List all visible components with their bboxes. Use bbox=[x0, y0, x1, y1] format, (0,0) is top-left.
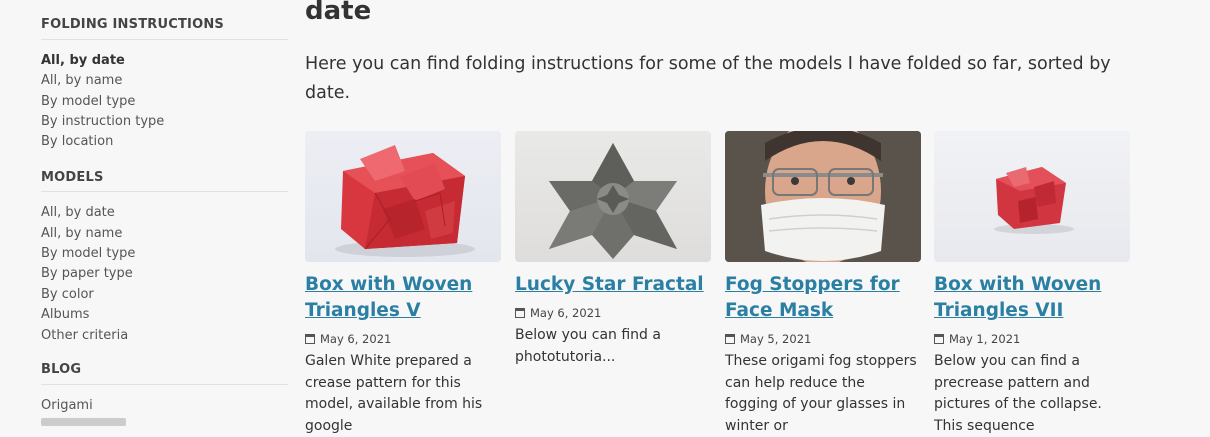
nav-instructions-by-instruction-type[interactable]: By instruction type bbox=[41, 114, 164, 129]
date-text: May 6, 2021 bbox=[320, 332, 392, 346]
card-date: May 5, 2021 bbox=[725, 332, 811, 346]
model-thumbnail[interactable] bbox=[934, 131, 1130, 262]
page-title: date bbox=[305, 0, 372, 26]
card-date: May 1, 2021 bbox=[934, 332, 1020, 346]
card-date: May 6, 2021 bbox=[515, 306, 601, 320]
nav-instructions-by-model-type[interactable]: By model type bbox=[41, 94, 135, 109]
calendar-icon bbox=[515, 308, 525, 318]
card-description: Galen White prepared a crease pattern fo… bbox=[305, 353, 483, 434]
model-thumbnail[interactable] bbox=[725, 131, 921, 262]
nav-models-albums[interactable]: Albums bbox=[41, 307, 89, 322]
card-date: May 6, 2021 bbox=[305, 332, 391, 346]
model-thumbnail[interactable] bbox=[305, 131, 501, 262]
section-divider bbox=[41, 39, 288, 40]
model-title-link[interactable]: Fog Stoppers for Face Mask bbox=[725, 272, 921, 324]
nav-instructions-by-location[interactable]: By location bbox=[41, 134, 113, 149]
nav-instructions-all-by-name[interactable]: All, by name bbox=[41, 73, 122, 88]
card-description: Below you can find a precrease pattern a… bbox=[934, 353, 1102, 434]
calendar-icon bbox=[725, 334, 735, 344]
model-title-link[interactable]: Box with Woven Triangles V bbox=[305, 272, 501, 324]
model-title-link[interactable]: Lucky Star Fractal bbox=[515, 272, 711, 298]
nav-models-all-by-name[interactable]: All, by name bbox=[41, 226, 122, 241]
calendar-icon bbox=[305, 334, 315, 344]
nav-models-all-by-date[interactable]: All, by date bbox=[41, 205, 115, 220]
intro-text: Here you can find folding instructions f… bbox=[305, 54, 1111, 103]
section-divider bbox=[41, 191, 288, 192]
nav-models-by-color[interactable]: By color bbox=[41, 287, 94, 302]
model-thumbnail[interactable] bbox=[515, 131, 711, 262]
nav-instructions-all-by-date[interactable]: All, by date bbox=[41, 53, 125, 68]
nav-blog-origami[interactable]: Origami bbox=[41, 398, 93, 413]
main-content: date Here you can find folding instructi… bbox=[305, 0, 1210, 434]
sidebar: FOLDING INSTRUCTIONS All, by date All, b… bbox=[0, 0, 300, 426]
nav-models-by-paper-type[interactable]: By paper type bbox=[41, 266, 133, 281]
nav-models-other-criteria[interactable]: Other criteria bbox=[41, 328, 128, 343]
section-title-folding-instructions: FOLDING INSTRUCTIONS bbox=[41, 17, 224, 32]
model-title-link[interactable]: Box with Woven Triangles VII bbox=[934, 272, 1130, 324]
date-text: May 1, 2021 bbox=[949, 332, 1021, 346]
date-text: May 5, 2021 bbox=[740, 332, 812, 346]
section-title-models: MODELS bbox=[41, 170, 104, 185]
nav-blog-item-cutoff[interactable] bbox=[41, 418, 126, 426]
section-title-blog: BLOG bbox=[41, 362, 82, 377]
date-text: May 6, 2021 bbox=[530, 306, 602, 320]
card-description: Below you can find a phototutoria... bbox=[515, 327, 661, 365]
nav-models-by-model-type[interactable]: By model type bbox=[41, 246, 135, 261]
calendar-icon bbox=[934, 334, 944, 344]
section-divider bbox=[41, 384, 288, 385]
card-description: These origami fog stoppers can help redu… bbox=[725, 353, 917, 434]
